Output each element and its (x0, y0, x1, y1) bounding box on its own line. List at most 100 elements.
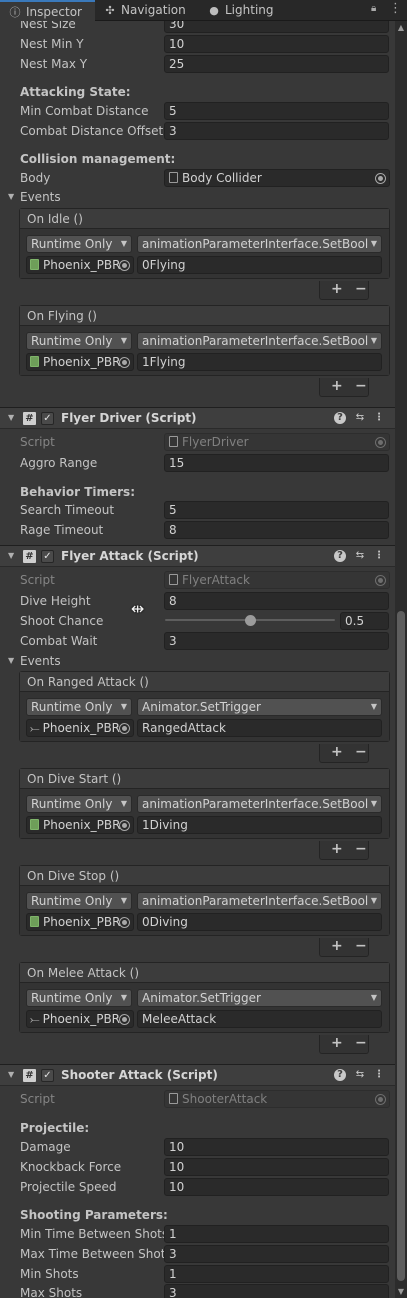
aggro-range-field[interactable]: 15 (164, 454, 389, 472)
damage-field[interactable]: 10 (164, 1138, 389, 1156)
remove-listener-button[interactable]: − (355, 378, 367, 395)
foldout-arrow-icon[interactable]: ▼ (8, 408, 14, 428)
max-shots-field[interactable]: 3 (164, 1284, 389, 1298)
object-picker-icon[interactable] (119, 1014, 130, 1025)
function-dropdown[interactable]: animationParameterInterface.SetBool ▼ (137, 235, 382, 253)
string-argument-field[interactable]: 0Diving (137, 913, 382, 931)
target-object-field[interactable]: Phoenix_PBR (26, 353, 134, 371)
script-field: FlyerDriver (164, 433, 390, 451)
min-shots-field[interactable]: 1 (164, 1265, 389, 1283)
target-object-field[interactable]: Phoenix_PBR (26, 256, 134, 274)
events-foldout-1[interactable]: ▼ Events (0, 187, 395, 207)
min-combat-distance-field[interactable]: 5 (164, 102, 389, 120)
rage-timeout-field[interactable]: 8 (164, 521, 389, 539)
string-argument-field[interactable]: 1Diving (137, 816, 382, 834)
dive-height-field[interactable]: 8 (164, 592, 389, 610)
object-picker-icon[interactable] (119, 357, 130, 368)
runtime-mode-dropdown[interactable]: Runtime Only ▼ (26, 332, 132, 350)
shoot-chance-field[interactable]: 0.5 (340, 612, 389, 630)
script-label: Script (20, 573, 55, 587)
scroll-down-arrow-icon[interactable]: ▼ (395, 1287, 407, 1296)
remove-listener-button[interactable]: − (355, 1035, 367, 1052)
add-listener-button[interactable]: + (331, 744, 343, 761)
remove-listener-button[interactable]: − (355, 938, 367, 955)
presets-icon[interactable]: ⇆ (354, 550, 366, 562)
component-enabled-checkbox[interactable]: ✓ (41, 550, 54, 563)
target-object-field[interactable]: Phoenix_PBR (26, 816, 134, 834)
target-object-field[interactable]: Phoenix_PBR (26, 913, 134, 931)
add-listener-button[interactable]: + (331, 281, 343, 298)
runtime-mode-dropdown[interactable]: Runtime Only ▼ (26, 892, 132, 910)
runtime-mode-dropdown[interactable]: Runtime Only ▼ (26, 795, 132, 813)
projectile-speed-field[interactable]: 10 (164, 1178, 389, 1196)
presets-icon[interactable]: ⇆ (354, 412, 366, 424)
event-title: On Flying () (20, 306, 389, 326)
component-menu-icon[interactable]: ⋮ (373, 412, 385, 424)
object-picker-icon[interactable] (119, 917, 130, 928)
shoot-chance-slider-handle[interactable] (244, 615, 256, 626)
scrollbar-thumb[interactable] (397, 611, 405, 1281)
nest-size-label: Nest Size (20, 21, 76, 31)
nest-size-field[interactable]: 30 (164, 21, 389, 33)
nest-max-y-field[interactable]: 25 (164, 55, 389, 73)
object-picker-icon[interactable] (119, 820, 130, 831)
remove-listener-button[interactable]: − (355, 841, 367, 858)
flyer-driver-component-header[interactable]: ▼ # ✓ Flyer Driver (Script) ? ⇆ ⋮ (0, 407, 395, 429)
string-argument-field[interactable]: RangedAttack (137, 719, 382, 737)
presets-icon[interactable]: ⇆ (354, 1069, 366, 1081)
script-value: ShooterAttack (182, 1092, 268, 1106)
help-icon[interactable]: ? (334, 1069, 346, 1081)
tab-lighting[interactable]: ● Lighting (207, 0, 273, 21)
remove-listener-button[interactable]: − (355, 281, 367, 298)
search-timeout-field[interactable]: 5 (164, 501, 389, 519)
body-collider-field[interactable]: Body Collider (164, 169, 390, 187)
combat-wait-field[interactable]: 3 (164, 632, 389, 650)
foldout-arrow-icon[interactable]: ▼ (8, 1065, 14, 1085)
add-listener-button[interactable]: + (331, 1035, 343, 1052)
min-time-between-shots-field[interactable]: 1 (164, 1225, 389, 1243)
foldout-arrow-icon[interactable]: ▼ (8, 546, 14, 566)
help-icon[interactable]: ? (334, 412, 346, 424)
string-argument-field[interactable]: 1Flying (137, 353, 382, 371)
string-argument-field[interactable]: MeleeAttack (137, 1010, 382, 1028)
function-dropdown[interactable]: Animator.SetTrigger ▼ (137, 989, 382, 1007)
function-dropdown[interactable]: animationParameterInterface.SetBool ▼ (137, 892, 382, 910)
function-dropdown[interactable]: animationParameterInterface.SetBool ▼ (137, 795, 382, 813)
shooter-attack-component-header[interactable]: ▼ # ✓ Shooter Attack (Script) ? ⇆ ⋮ (0, 1064, 395, 1086)
flyer-attack-component-header[interactable]: ▼ # ✓ Flyer Attack (Script) ? ⇆ ⋮ (0, 545, 395, 567)
script-value: FlyerAttack (182, 573, 250, 587)
tab-navigation[interactable]: ✣ Navigation (103, 0, 185, 21)
add-listener-button[interactable]: + (331, 938, 343, 955)
target-object-field[interactable]: ⤚ Phoenix_PBR (26, 719, 134, 737)
nest-min-y-field[interactable]: 10 (164, 35, 389, 53)
component-menu-icon[interactable]: ⋮ (373, 550, 385, 562)
object-picker-icon[interactable] (119, 260, 130, 271)
events-foldout-2[interactable]: ▼ Events (0, 651, 395, 671)
projectile-speed-label: Projectile Speed (20, 1180, 117, 1194)
max-time-between-shots-field[interactable]: 3 (164, 1245, 389, 1263)
object-picker-icon[interactable] (375, 173, 386, 184)
knockback-force-field[interactable]: 10 (164, 1158, 389, 1176)
function-dropdown[interactable]: Animator.SetTrigger ▼ (137, 698, 382, 716)
add-listener-button[interactable]: + (331, 378, 343, 395)
more-menu-icon[interactable]: ⋮ (389, 1, 402, 16)
vertical-scrollbar[interactable]: ▲ ▼ (395, 21, 407, 1298)
runtime-mode-dropdown[interactable]: Runtime Only ▼ (26, 989, 132, 1007)
function-dropdown[interactable]: animationParameterInterface.SetBool ▼ (137, 332, 382, 350)
script-file-icon (169, 574, 178, 585)
remove-listener-button[interactable]: − (355, 744, 367, 761)
help-icon[interactable]: ? (334, 550, 346, 562)
object-picker-icon[interactable] (119, 723, 130, 734)
component-menu-icon[interactable]: ⋮ (373, 1069, 385, 1081)
target-object-field[interactable]: ⤚ Phoenix_PBR (26, 1010, 134, 1028)
component-enabled-checkbox[interactable]: ✓ (41, 1069, 54, 1082)
lock-icon[interactable]: 🔒︎ (371, 3, 376, 14)
runtime-mode-dropdown[interactable]: Runtime Only ▼ (26, 235, 132, 253)
string-argument-field[interactable]: 0Flying (137, 256, 382, 274)
combat-distance-offset-field[interactable]: 3 (164, 122, 389, 140)
runtime-mode-dropdown[interactable]: Runtime Only ▼ (26, 698, 132, 716)
component-enabled-checkbox[interactable]: ✓ (41, 412, 54, 425)
scroll-up-arrow-icon[interactable]: ▲ (395, 23, 407, 32)
add-listener-button[interactable]: + (331, 841, 343, 858)
tab-inspector[interactable]: ⓘ Inspector (0, 0, 95, 21)
